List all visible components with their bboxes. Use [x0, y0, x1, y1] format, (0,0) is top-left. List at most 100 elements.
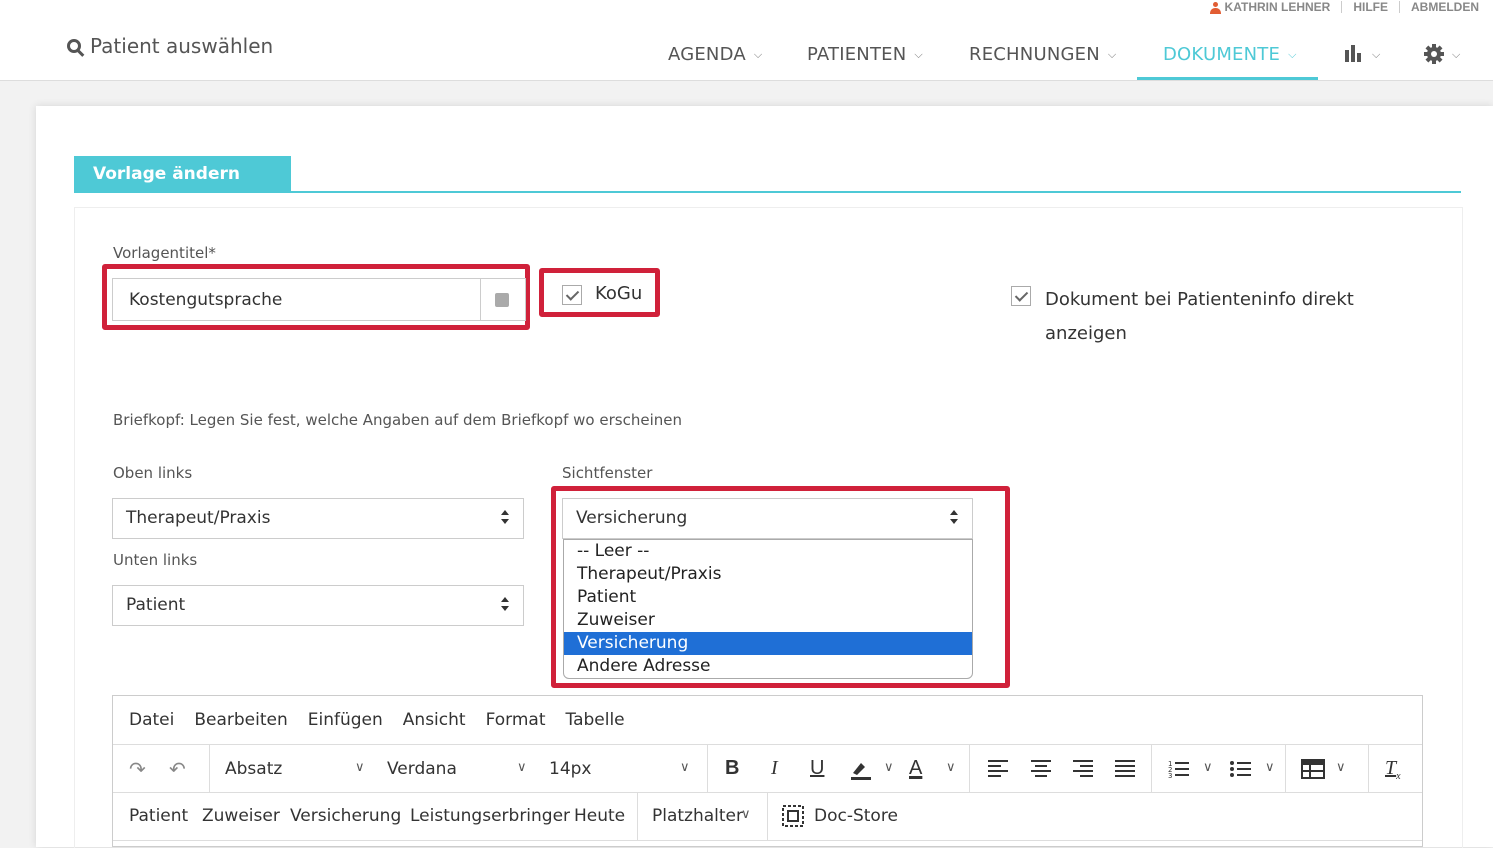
dropdown-option[interactable]: Andere Adresse	[564, 655, 972, 678]
nav-rechnungen[interactable]: RECHNUNGEN ⌵	[969, 44, 1116, 80]
letterhead-description: Briefkopf: Legen Sie fest, welche Angabe…	[113, 411, 682, 429]
chevron-down-icon[interactable]: ∨	[517, 760, 527, 775]
nav-rechnungen-label: RECHNUNGEN	[969, 44, 1100, 65]
doc-store-icon[interactable]	[782, 805, 804, 832]
undo-redo-group: ↷ ↶	[113, 745, 210, 793]
menu-edit[interactable]: Bearbeiten	[194, 710, 287, 730]
window-label: Sichtfenster	[562, 464, 653, 482]
bold-icon[interactable]: B	[725, 757, 739, 780]
tab-edit-template[interactable]: Vorlage ändern #6213	[74, 156, 291, 221]
menu-format[interactable]: Format	[486, 710, 546, 730]
bottom-left-select[interactable]: Patient	[112, 585, 524, 626]
numbered-list-icon[interactable]: 123	[1168, 759, 1190, 780]
chevron-down-icon[interactable]: ∨	[355, 760, 365, 775]
chevron-down-icon: ⌵	[753, 48, 763, 61]
dropdown-option[interactable]: Patient	[564, 586, 972, 609]
redo-icon[interactable]: ↷	[129, 757, 146, 781]
nav-statistics[interactable]: ⌵	[1344, 44, 1381, 80]
top-left-value: Therapeut/Praxis	[126, 508, 271, 528]
bottom-left-value: Patient	[126, 595, 186, 615]
top-left-label: Oben links	[113, 464, 193, 482]
undo-icon[interactable]: ↶	[169, 757, 186, 781]
menu-view[interactable]: Ansicht	[403, 710, 466, 730]
kogu-checkbox[interactable]	[562, 285, 582, 305]
chevron-down-icon[interactable]: ∨	[1265, 760, 1275, 775]
tab-underline	[291, 191, 1461, 193]
nav-settings[interactable]: ⌵	[1424, 44, 1461, 80]
block-format-select[interactable]: Absatz	[225, 759, 282, 779]
menu-insert[interactable]: Einfügen	[308, 710, 383, 730]
nav-dokumente[interactable]: DOKUMENTE ⌵	[1137, 44, 1318, 80]
chevron-down-icon[interactable]: ∨	[946, 760, 956, 775]
alignment-group	[970, 745, 1152, 793]
table-icon[interactable]	[1301, 759, 1325, 779]
placeholder-toolbar: Patient Zuweiser Versicherung Leistungse…	[113, 793, 1422, 841]
top-left-select[interactable]: Therapeut/Praxis	[112, 498, 524, 539]
italic-icon[interactable]: I	[771, 757, 778, 780]
direct-display-checkbox[interactable]	[1011, 286, 1031, 306]
template-title-value: Kostengutsprache	[129, 290, 283, 310]
sort-arrows-icon	[501, 597, 509, 611]
placeholder-referrer-button[interactable]: Zuweiser	[202, 806, 280, 826]
menu-file[interactable]: Datei	[129, 710, 174, 730]
underline-icon[interactable]: U	[810, 757, 824, 780]
placeholder-menu-button[interactable]: Platzhalter	[652, 806, 743, 826]
text-color-icon[interactable]: A	[909, 757, 922, 780]
chevron-down-icon[interactable]: ∨	[1336, 760, 1346, 775]
placeholder-today-button[interactable]: Heute	[574, 806, 625, 826]
nav-agenda[interactable]: AGENDA ⌵	[668, 44, 762, 80]
template-title-input[interactable]: Kostengutsprache	[112, 278, 526, 321]
nav-agenda-label: AGENDA	[668, 44, 746, 65]
rich-text-editor: Datei Bearbeiten Einfügen Ansicht Format…	[112, 695, 1423, 847]
list-group: 123 ∨ ∨	[1152, 745, 1286, 793]
align-right-icon[interactable]	[1073, 759, 1093, 777]
nav-dokumente-label: DOKUMENTE	[1163, 44, 1281, 65]
dropdown-option[interactable]: Therapeut/Praxis	[564, 563, 972, 586]
window-select-dropdown: -- Leer -- Therapeut/Praxis Patient Zuwe…	[563, 539, 973, 679]
align-center-icon[interactable]	[1031, 759, 1051, 777]
clear-formatting-icon[interactable]: Tx	[1385, 757, 1401, 782]
editor-toolbar: ↷ ↶ Absatz ∨ Verdana ∨ 14px ∨ B I U ∨ A …	[113, 745, 1422, 793]
highlight-color-icon[interactable]	[849, 757, 873, 786]
menu-table[interactable]: Tabelle	[566, 710, 625, 730]
patient-search[interactable]: Patient auswählen	[67, 34, 273, 58]
bar-chart-icon	[1345, 45, 1361, 62]
placeholder-insurance-button[interactable]: Versicherung	[290, 806, 401, 826]
font-size-select[interactable]: 14px	[549, 759, 591, 779]
logout-link[interactable]: ABMELDEN	[1411, 0, 1479, 14]
help-link[interactable]: HILFE	[1353, 0, 1388, 14]
doc-store-button[interactable]: Doc-Store	[814, 806, 898, 826]
chevron-down-icon: ⌵	[1372, 48, 1381, 61]
patient-search-label: Patient auswählen	[90, 34, 274, 58]
text-style-group: B I U ∨ A ∨	[708, 745, 970, 793]
chevron-down-icon[interactable]: ∨	[680, 760, 690, 775]
window-select[interactable]: Versicherung	[562, 498, 973, 539]
chevron-down-icon: ⌵	[1107, 48, 1117, 61]
chevron-down-icon[interactable]: ∨	[741, 807, 751, 822]
sort-arrows-icon	[950, 510, 958, 524]
editor-menubar: Datei Bearbeiten Einfügen Ansicht Format…	[113, 696, 1422, 745]
search-icon	[67, 39, 81, 53]
user-icon	[1209, 1, 1221, 14]
font-family-select[interactable]: Verdana	[387, 759, 457, 779]
dropdown-option-selected[interactable]: Versicherung	[564, 632, 972, 655]
user-name-link[interactable]: KATHRIN LEHNER	[1225, 0, 1331, 14]
chevron-down-icon[interactable]: ∨	[884, 760, 894, 775]
nav-patienten-label: PATIENTEN	[807, 44, 907, 65]
nav-patienten[interactable]: PATIENTEN ⌵	[807, 44, 923, 80]
title-label: Vorlagentitel*	[113, 244, 216, 262]
placeholder-provider-button[interactable]: Leistungserbringer	[410, 806, 570, 826]
placeholder-patient-button[interactable]: Patient	[129, 806, 188, 826]
dropdown-option[interactable]: Zuweiser	[564, 609, 972, 632]
dropdown-option[interactable]: -- Leer --	[564, 540, 972, 563]
bullet-list-icon[interactable]	[1230, 759, 1252, 777]
align-left-icon[interactable]	[988, 759, 1008, 777]
chevron-down-icon: ⌵	[1288, 48, 1297, 61]
square-icon[interactable]	[495, 293, 509, 307]
bottom-left-label: Unten links	[113, 551, 198, 569]
chevron-down-icon: ⌵	[914, 48, 923, 61]
chevron-down-icon: ⌵	[1452, 48, 1461, 61]
chevron-down-icon[interactable]: ∨	[1203, 760, 1213, 775]
direct-display-label: Dokument bei Patienteninfo direkt anzeig…	[1045, 289, 1354, 344]
align-justify-icon[interactable]	[1115, 759, 1135, 777]
